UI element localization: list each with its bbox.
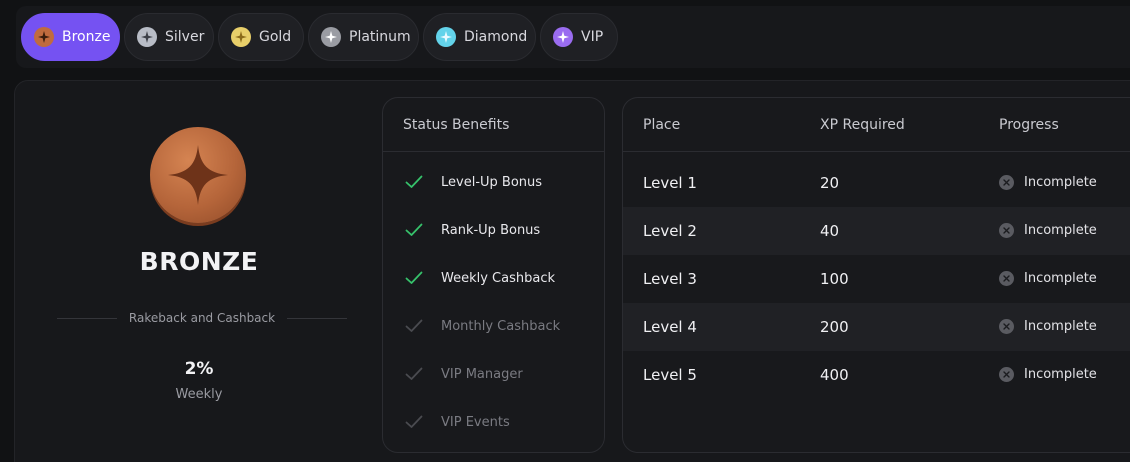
- check-icon: [405, 415, 423, 428]
- vip-star-icon: [553, 27, 573, 47]
- benefit-item: Weekly Cashback: [383, 254, 606, 302]
- benefit-item: Level-Up Bonus: [383, 158, 606, 206]
- tier-subtitle-row: Rakeback and Cashback: [57, 311, 348, 325]
- benefit-label: Level-Up Bonus: [441, 174, 543, 190]
- progress-status: Incomplete: [1024, 367, 1097, 382]
- level-xp: 20: [820, 174, 840, 192]
- tab-label: Bronze: [62, 29, 111, 45]
- table-row: Level 5 400 Incomplete: [623, 351, 1130, 399]
- rakeback-period: Weekly: [175, 387, 223, 402]
- progress-status: Incomplete: [1024, 175, 1097, 190]
- level-xp: 100: [820, 270, 849, 288]
- tab-label: Diamond: [464, 29, 528, 45]
- divider: [57, 317, 117, 319]
- bronze-medal-icon: [150, 127, 246, 223]
- table-row: Level 4 200 Incomplete: [623, 303, 1130, 351]
- level-place: Level 1: [643, 174, 697, 192]
- tier-tabs: Bronze Silver Gold Platinum Diamond VIP: [16, 6, 1130, 68]
- level-xp: 40: [820, 222, 840, 240]
- tab-diamond[interactable]: Diamond: [423, 13, 536, 61]
- platinum-star-icon: [321, 27, 341, 47]
- tab-vip[interactable]: VIP: [540, 13, 618, 61]
- progress-status: Incomplete: [1024, 223, 1097, 238]
- check-icon: [405, 175, 423, 188]
- benefit-item: Rank-Up Bonus: [383, 206, 606, 254]
- benefit-label: Rank-Up Bonus: [441, 222, 541, 238]
- benefit-label: VIP Manager: [441, 366, 523, 382]
- benefit-label: VIP Events: [441, 414, 510, 430]
- close-circle-icon: [999, 271, 1014, 286]
- benefits-heading: Status Benefits: [383, 98, 604, 152]
- diamond-star-icon: [436, 27, 456, 47]
- levels-table-header: Place XP Required Progress: [623, 98, 1130, 152]
- tab-label: VIP: [581, 29, 604, 45]
- tier-title: BRONZE: [139, 247, 259, 276]
- close-circle-icon: [999, 175, 1014, 190]
- level-place: Level 4: [643, 318, 697, 336]
- rakeback-percent: 2%: [184, 359, 214, 379]
- tab-bronze[interactable]: Bronze: [21, 13, 120, 61]
- level-progress: Incomplete: [999, 175, 1097, 190]
- column-header-xp: XP Required: [820, 117, 905, 133]
- level-progress: Incomplete: [999, 367, 1097, 382]
- check-icon: [405, 271, 423, 284]
- benefit-label: Monthly Cashback: [441, 318, 561, 334]
- gold-star-icon: [231, 27, 251, 47]
- check-icon: [405, 367, 423, 380]
- level-progress: Incomplete: [999, 271, 1097, 286]
- benefit-item: VIP Events: [383, 398, 606, 446]
- close-circle-icon: [999, 319, 1014, 334]
- progress-status: Incomplete: [1024, 319, 1097, 334]
- benefit-label: Weekly Cashback: [441, 270, 556, 286]
- column-header-place: Place: [643, 117, 681, 133]
- column-header-progress: Progress: [999, 117, 1059, 133]
- level-place: Level 2: [643, 222, 697, 240]
- tab-silver[interactable]: Silver: [124, 13, 214, 61]
- level-progress: Incomplete: [999, 223, 1097, 238]
- tier-subtitle: Rakeback and Cashback: [128, 311, 276, 325]
- tab-label: Platinum: [349, 29, 411, 45]
- level-xp: 200: [820, 318, 849, 336]
- close-circle-icon: [999, 367, 1014, 382]
- status-benefits-card: Status Benefits Level-Up Bonus Rank-Up Bo…: [382, 97, 605, 453]
- check-icon: [405, 319, 423, 332]
- level-progress: Incomplete: [999, 319, 1097, 334]
- levels-table: Place XP Required Progress Level 1 20 Inco…: [622, 97, 1130, 453]
- tier-summary: BRONZE Rakeback and Cashback 2% Weekly: [15, 81, 383, 461]
- tab-label: Silver: [165, 29, 205, 45]
- tier-details-panel: BRONZE Rakeback and Cashback 2% Weekly S…: [14, 80, 1130, 462]
- benefit-item: VIP Manager: [383, 350, 606, 398]
- tab-label: Gold: [259, 29, 292, 45]
- table-row: Level 3 100 Incomplete: [623, 255, 1130, 303]
- tab-gold[interactable]: Gold: [218, 13, 304, 61]
- bronze-star-icon: [34, 27, 54, 47]
- vip-page: Bronze Silver Gold Platinum Diamond VIP: [0, 0, 1130, 462]
- check-icon: [405, 223, 423, 236]
- silver-star-icon: [137, 27, 157, 47]
- level-place: Level 3: [643, 270, 697, 288]
- divider: [287, 317, 348, 319]
- table-row: Level 2 40 Incomplete: [623, 207, 1130, 255]
- progress-status: Incomplete: [1024, 271, 1097, 286]
- tab-platinum[interactable]: Platinum: [308, 13, 419, 61]
- table-row: Level 1 20 Incomplete: [623, 159, 1130, 207]
- close-circle-icon: [999, 223, 1014, 238]
- level-place: Level 5: [643, 366, 697, 384]
- benefit-item: Monthly Cashback: [383, 302, 606, 350]
- level-xp: 400: [820, 366, 849, 384]
